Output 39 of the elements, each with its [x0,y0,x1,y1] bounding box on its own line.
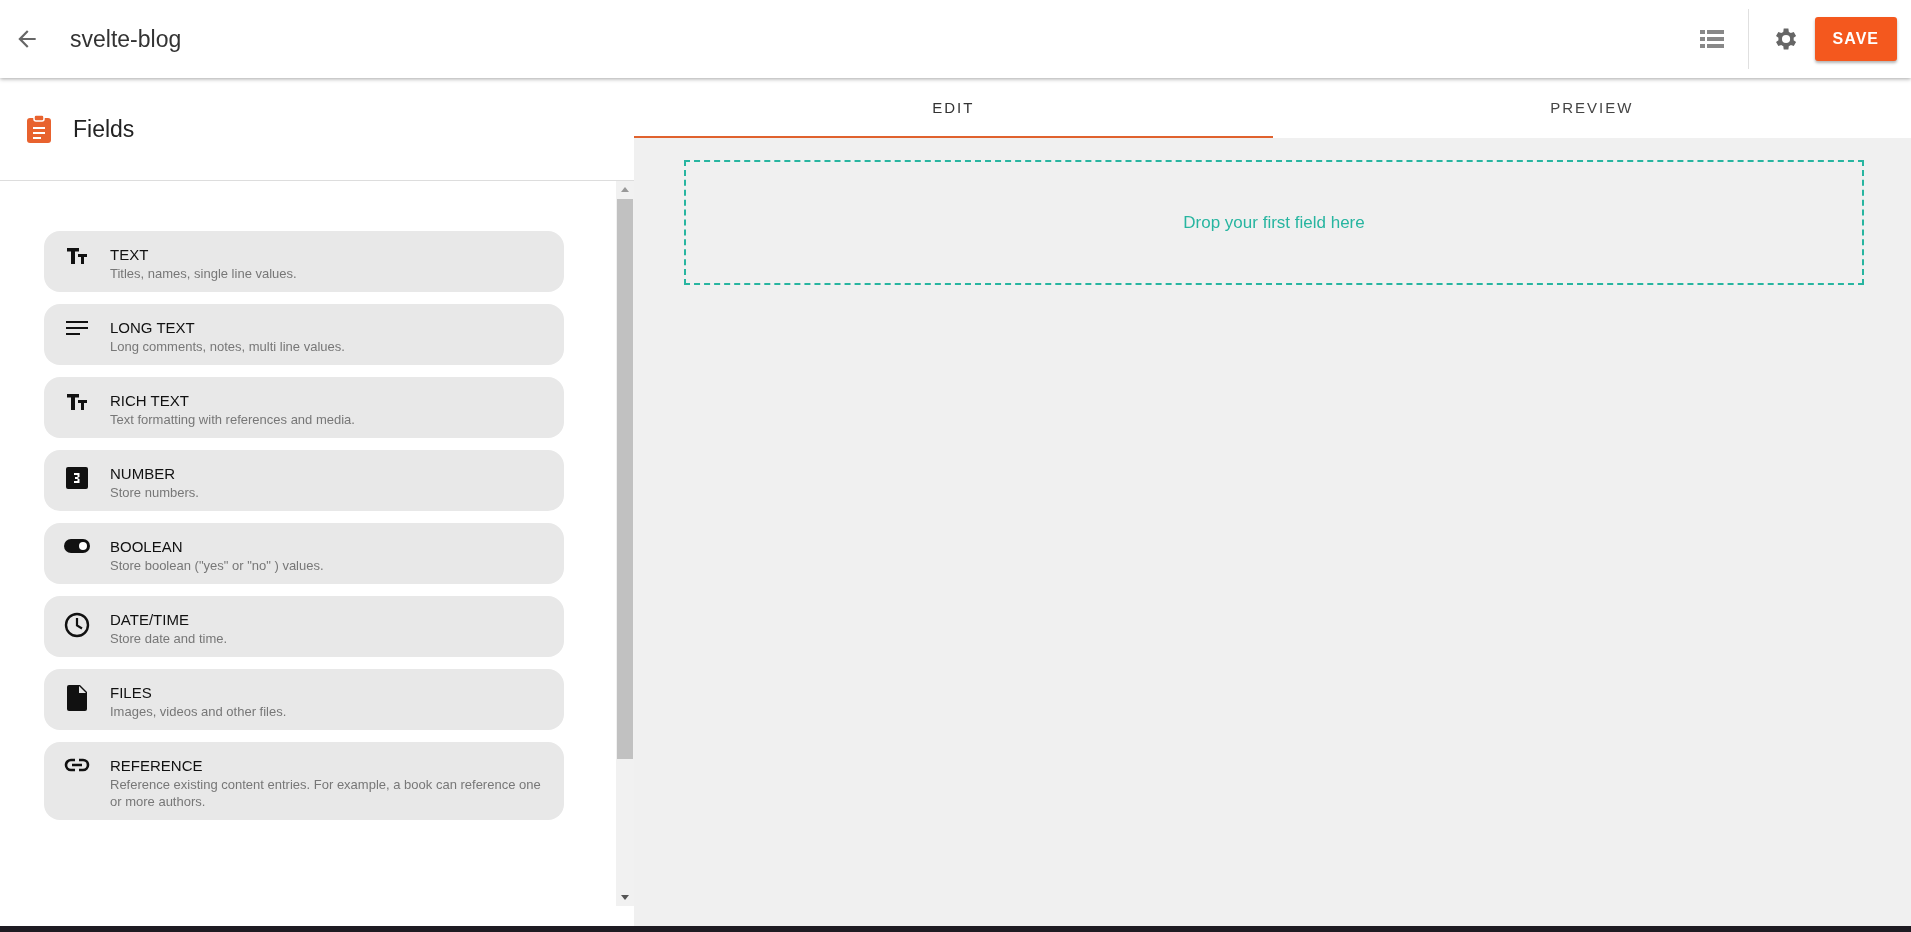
file-icon [67,685,87,711]
lines-icon [65,320,89,336]
drop-zone-text: Drop your first field here [1183,212,1365,233]
field-type-description: Images, videos and other files. [110,703,287,720]
field-type-description: Store boolean ("yes" or "no" ) values. [110,557,324,574]
field-type-description: Titles, names, single line values. [110,265,297,282]
clipboard-icon [27,115,51,143]
sidebar-title: Fields [73,115,135,143]
field-type-card[interactable]: DATE/TIME Store date and time. [44,596,564,657]
clock-icon [64,612,90,638]
field-type-description: Long comments, notes, multi line values. [110,338,345,355]
scroll-down-icon[interactable] [620,892,630,902]
field-type-card[interactable]: RICH TEXT Text formatting with references and media. [44,377,564,438]
field-type-label: DATE/TIME [110,610,190,630]
field-type-card[interactable]: BOOLEAN Store boolean ("yes" or "no" ) values. [44,523,564,584]
field-type-card[interactable]: LONG TEXT Long comments, notes, multi line values. [44,304,564,365]
field-type-label: REFERENCE [110,756,204,776]
number-box-icon [65,466,89,490]
tt-icon [66,247,88,265]
field-type-label: NUMBER [110,464,176,484]
project-title: svelte-blog [70,25,182,53]
field-type-description: Text formatting with references and media. [110,411,355,428]
field-type-description: Store numbers. [110,484,199,501]
field-type-label: LONG TEXT [110,318,196,338]
list-view-icon[interactable] [1699,29,1724,49]
link-icon [64,758,90,772]
scrollbar[interactable] [616,181,634,906]
field-type-label: BOOLEAN [110,537,184,557]
field-type-card[interactable]: REFERENCE Reference existing content entries. For example, a book can reference one or more authors. [44,742,564,820]
toggle-icon [64,539,90,553]
field-type-label: TEXT [110,245,150,265]
field-type-card[interactable]: TEXT Titles, names, single line values. [44,231,564,292]
field-type-label: RICH TEXT [110,391,190,411]
field-type-description: Reference existing content entries. For example, a book can reference one or more authors. [110,776,542,810]
field-type-description: Store date and time. [110,630,228,647]
tt-icon [66,393,88,411]
field-type-card[interactable]: FILES Images, videos and other files. [44,669,564,730]
field-type-label: FILES [110,683,153,703]
field-type-card[interactable]: NUMBER Store numbers. [44,450,564,511]
